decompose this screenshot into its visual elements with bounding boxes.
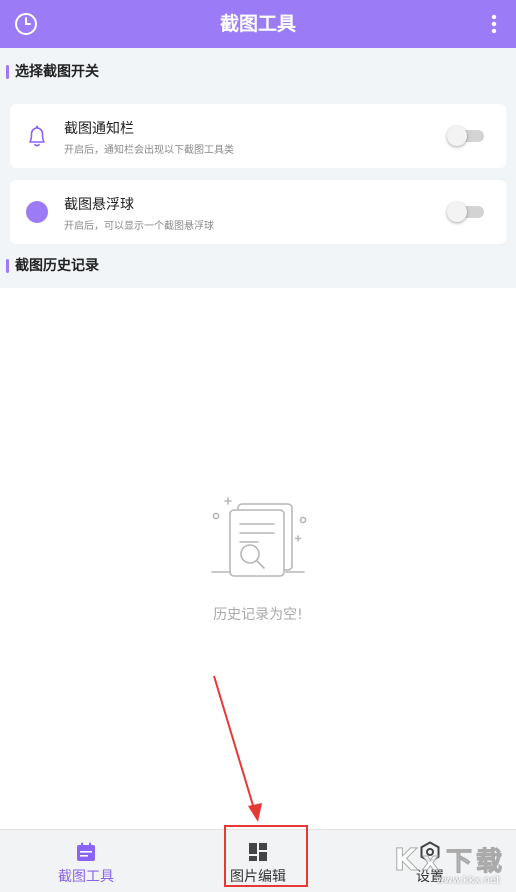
floating-ball-card: 截图悬浮球 开启后，可以显示一个截图悬浮球: [10, 180, 506, 244]
more-vertical-icon[interactable]: [484, 10, 504, 38]
calendar-icon: [77, 842, 95, 861]
section-title-history: 截图历史记录: [6, 256, 99, 276]
empty-history-text: 历史记录为空!: [213, 607, 303, 623]
svg-text:载: 载: [476, 847, 502, 877]
nav-item-screenshot-tool[interactable]: 截图工具: [36, 830, 136, 892]
floating-ball-description: 开启后，可以显示一个截图悬浮球: [64, 221, 214, 232]
toggle-knob: [447, 202, 467, 222]
app-bar: 截图工具: [0, 0, 516, 48]
notification-bar-description: 开启后，通知栏会出现以下截图工具类: [64, 145, 234, 156]
page-title: 截图工具: [219, 13, 296, 35]
svg-text:x: x: [422, 847, 439, 877]
empty-documents-icon: [211, 497, 307, 577]
settings-area: 选择截图开关 截图通知栏 开启后，通知栏会出现以下截图工具类 截图悬浮球 开启后…: [0, 48, 516, 288]
watermark: K x 下 载 www.kkx.net: [390, 838, 510, 888]
svg-text:K: K: [394, 843, 419, 878]
bell-icon: [29, 125, 45, 147]
notification-bar-card: 截图通知栏 开启后，通知栏会出现以下截图工具类: [10, 104, 506, 168]
floating-ball-label: 截图悬浮球: [64, 197, 134, 213]
watermark-text: www.kkx.net: [436, 875, 500, 886]
floating-ball-toggle[interactable]: [447, 202, 484, 222]
watermark-logo-icon: K x 下 载: [394, 843, 503, 879]
notification-bar-label: 截图通知栏: [64, 121, 134, 137]
section-title-toggles: 选择截图开关: [6, 62, 99, 82]
floating-ball-icon: [26, 201, 48, 223]
toggle-knob: [447, 126, 467, 146]
svg-text:下: 下: [446, 847, 472, 877]
notification-bar-toggle[interactable]: [447, 126, 484, 146]
annotation-highlight-box: [224, 825, 308, 887]
nav-label: 截图工具: [58, 869, 114, 885]
